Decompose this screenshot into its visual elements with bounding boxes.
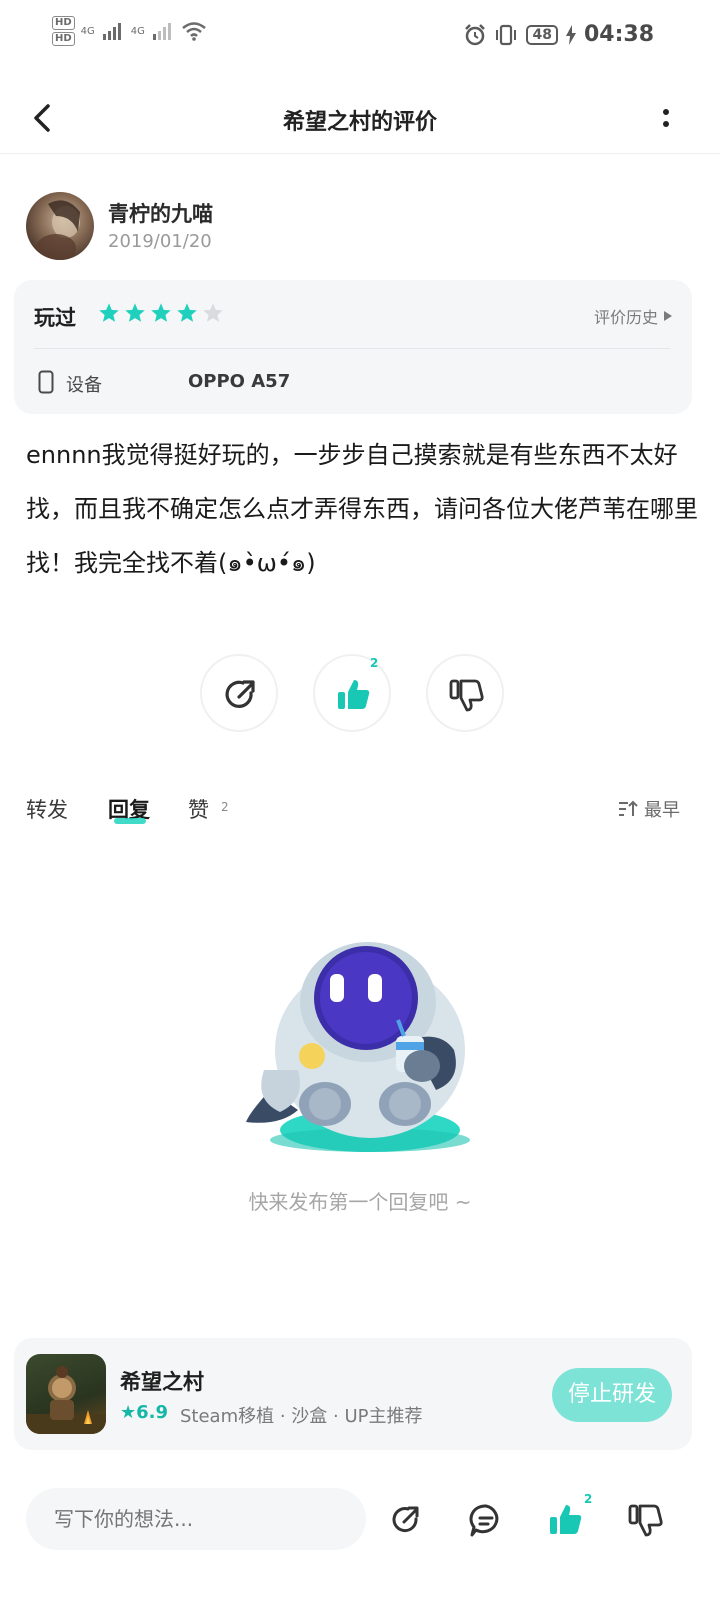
thumbs-up-icon[interactable] xyxy=(548,1502,584,1538)
avatar[interactable] xyxy=(26,192,94,260)
sort-icon xyxy=(619,800,638,816)
hd-badge-1: HD xyxy=(52,16,75,30)
thumbs-down-icon xyxy=(449,679,484,712)
avatar-photo xyxy=(36,200,80,260)
status-right: 48 04:38 xyxy=(464,22,654,47)
star-rating xyxy=(98,302,224,324)
star-icon: ★ xyxy=(120,1402,137,1423)
share-icon[interactable] xyxy=(388,1502,424,1538)
stop-development-button[interactable]: 停止研发 xyxy=(552,1368,672,1422)
rating-card: 玩过 评价历史 设备 OPPO A57 xyxy=(14,280,692,414)
game-art xyxy=(26,1366,106,1434)
game-score: ★6.9 xyxy=(120,1402,168,1423)
game-card[interactable]: 希望之村 ★6.9 Steam移植 · 沙盒 · UP主推荐 停止研发 xyxy=(14,1338,692,1450)
network-type-2: 4G xyxy=(130,25,145,37)
tab-likes[interactable]: 赞 xyxy=(188,794,209,824)
review-detail-page: HD HD 4G 4G 48 04:38 希望之村的评价 青柠的九喵 2019/… xyxy=(0,0,720,1600)
clock: 04:38 xyxy=(583,22,654,47)
bottom-bar: 2 xyxy=(0,1470,720,1600)
signal-icon-1 xyxy=(102,23,121,40)
vibrate-icon xyxy=(496,24,517,45)
author-name[interactable]: 青柠的九喵 xyxy=(108,198,213,228)
signal-icon-2 xyxy=(152,23,171,40)
card-divider xyxy=(34,348,670,349)
rating-history-label: 评价历史 xyxy=(593,308,658,327)
game-score-value: 6.9 xyxy=(136,1402,169,1423)
review-date: 2019/01/20 xyxy=(108,231,212,252)
star-empty-icon xyxy=(203,303,223,322)
thumbs-up-icon xyxy=(338,680,370,709)
alarm-icon xyxy=(465,23,486,45)
game-icon xyxy=(26,1354,106,1434)
status-left: HD HD 4G 4G xyxy=(52,16,207,46)
like-count-badge: 2 xyxy=(370,656,379,670)
battery-level: 48 xyxy=(526,24,558,45)
device-label: 设备 xyxy=(66,375,102,396)
charging-icon xyxy=(565,24,576,45)
review-text: ennnn我觉得挺好玩的，一步步自己摸索就是有些东西不太好找，而且我不确定怎么点… xyxy=(26,441,698,577)
robot-mascot-illustration xyxy=(246,942,470,1152)
like-button[interactable] xyxy=(313,654,391,732)
top-nav: 希望之村的评价 xyxy=(0,82,720,154)
likes-tab-count: 2 xyxy=(221,800,229,814)
star-filled-icon xyxy=(99,303,119,322)
dislike-button[interactable] xyxy=(426,654,504,732)
status-bar: HD HD 4G 4G 48 04:38 xyxy=(0,0,720,72)
network-type-1: 4G xyxy=(80,25,95,37)
star-filled-icon xyxy=(177,303,197,322)
star-filled-icon xyxy=(125,303,145,322)
page-title: 希望之村的评价 xyxy=(282,110,437,135)
more-options-icon[interactable] xyxy=(656,102,676,134)
comment-input[interactable] xyxy=(26,1488,366,1550)
played-label: 玩过 xyxy=(34,306,76,330)
hd-badge-2: HD xyxy=(52,32,75,46)
phone-icon xyxy=(38,370,54,394)
wifi-icon xyxy=(182,22,206,41)
share-button[interactable] xyxy=(200,654,278,732)
active-tab-indicator xyxy=(114,818,146,824)
share-icon xyxy=(225,680,255,708)
game-name: 希望之村 xyxy=(120,1370,204,1394)
triangle-right-icon xyxy=(664,311,672,321)
rating-history-link[interactable]: 评价历史 xyxy=(594,304,672,328)
star-filled-icon xyxy=(151,303,171,322)
empty-state-text: 快来发布第一个回复吧 ~ xyxy=(248,1190,472,1214)
sort-label: 最早 xyxy=(644,800,680,821)
device-value: OPPO A57 xyxy=(188,371,291,392)
hd-indicators: HD HD xyxy=(52,16,75,46)
thumbs-down-icon[interactable] xyxy=(628,1502,664,1538)
tab-forward[interactable]: 转发 xyxy=(26,794,68,824)
sort-toggle[interactable]: 最早 xyxy=(618,796,680,822)
comment-icon[interactable] xyxy=(468,1502,504,1538)
bottom-like-count: 2 xyxy=(584,1492,593,1506)
game-tags: Steam移植 · 沙盒 · UP主推荐 xyxy=(180,1406,423,1427)
